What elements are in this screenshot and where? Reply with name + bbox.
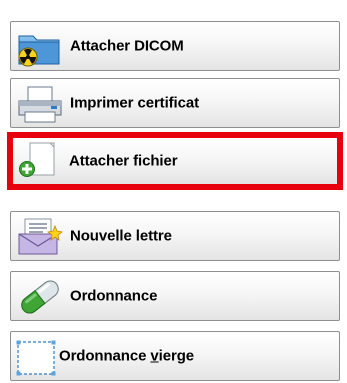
blank-prescription-label: Ordonnance vierge	[59, 348, 194, 365]
blank-prescription-label-suffix: ierge	[158, 347, 195, 365]
attach-file-label: Attacher fichier	[69, 152, 178, 170]
print-certificate-label: Imprimer certificat	[70, 94, 199, 112]
new-letter-label: Nouvelle lettre	[70, 227, 172, 245]
prescription-button[interactable]: Ordonnance	[10, 271, 340, 321]
attach-dicom-label: Attacher DICOM	[70, 37, 184, 55]
dicom-folder-icon	[18, 35, 60, 67]
blank-prescription-label-prefix: Ordonnance	[59, 347, 151, 365]
new-letter-icon	[18, 218, 63, 255]
attach-file-button[interactable]: Attacher fichier	[7, 132, 343, 190]
printer-icon	[18, 86, 62, 123]
new-letter-button[interactable]: Nouvelle lettre	[10, 211, 340, 261]
blank-page-icon	[16, 340, 56, 376]
prescription-label: Ordonnance	[70, 287, 158, 305]
attach-dicom-button[interactable]: Attacher DICOM	[10, 21, 340, 71]
print-certificate-button[interactable]: Imprimer certificat	[10, 78, 340, 128]
action-button-panel: Attacher DICOM Imprimer certificat Attac…	[0, 0, 347, 383]
blank-prescription-button[interactable]: Ordonnance vierge	[10, 331, 340, 381]
blank-prescription-mnemonic: v	[150, 347, 159, 365]
pill-capsule-icon	[21, 280, 59, 314]
add-file-icon	[19, 142, 55, 177]
